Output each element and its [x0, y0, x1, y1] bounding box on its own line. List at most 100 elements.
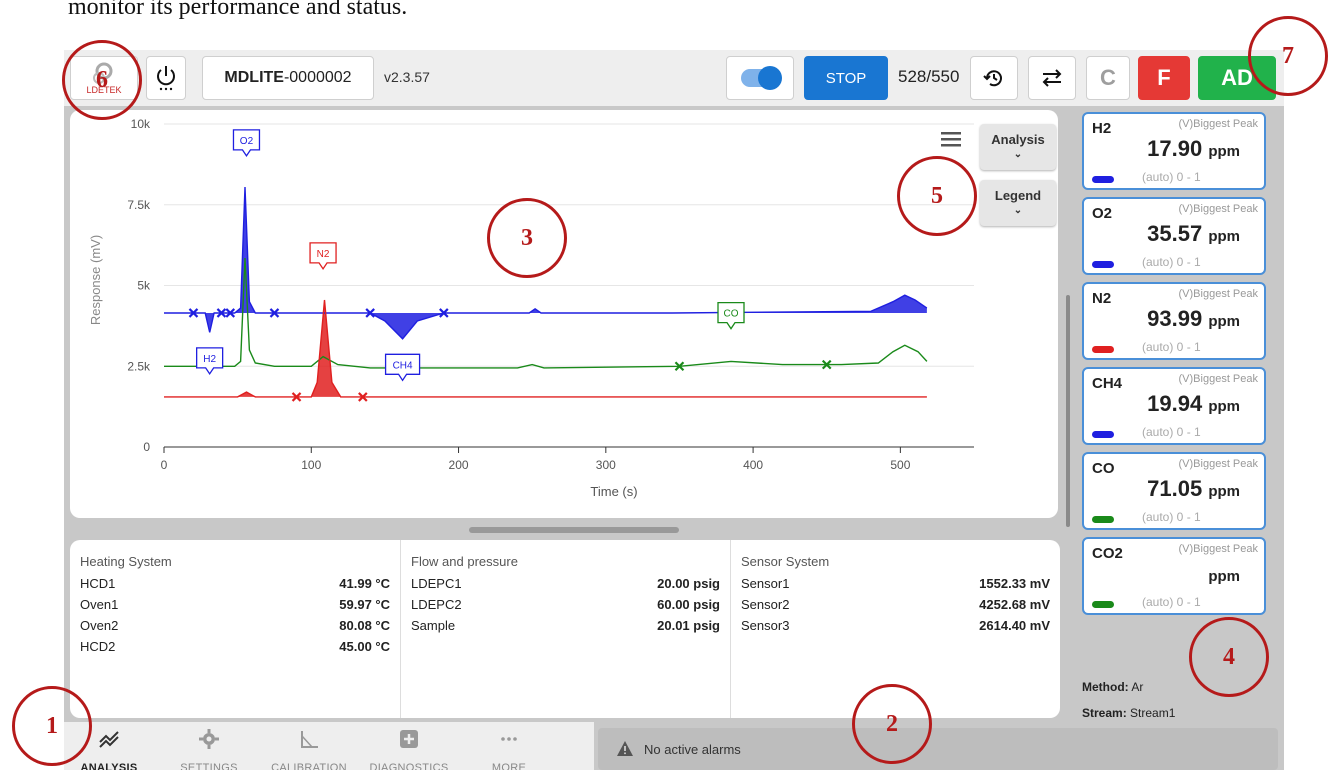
row-value: 45.00 °C: [339, 639, 390, 654]
card-unit: ppm: [1208, 228, 1240, 245]
callout-6: 6: [62, 40, 142, 120]
series-color-swatch: [1092, 516, 1114, 523]
peak-card-co[interactable]: CO (V)Biggest Peak 71.05 ppm (auto) 0 - …: [1082, 452, 1266, 530]
card-value-wrap: 17.90 ppm: [1147, 136, 1240, 162]
card-value-wrap: 93.99 ppm: [1147, 306, 1240, 332]
x-tick-label: 0: [161, 458, 168, 472]
row-label: Sample: [411, 618, 456, 633]
peak-card-co2[interactable]: CO2 (V)Biggest Peak ppm (auto) 0 - 1: [1082, 537, 1266, 615]
analysis-label: Analysis: [991, 132, 1045, 147]
stop-button[interactable]: STOP: [804, 56, 888, 100]
peak-label: CH4: [384, 353, 421, 382]
nav-settings[interactable]: SETTINGS: [164, 722, 254, 770]
status-row: Sensor2 4252.68 mV: [741, 594, 1050, 615]
row-label: HCD1: [80, 576, 116, 591]
nav-calibration[interactable]: CALIBRATION: [264, 722, 354, 770]
stream-value: Stream1: [1130, 706, 1176, 720]
chart-menu-icon[interactable]: [940, 130, 962, 148]
analysis-dropdown-button[interactable]: Analysis ⌄: [980, 124, 1056, 170]
peak-card-h2[interactable]: H2 (V)Biggest Peak 17.90 ppm (auto) 0 - …: [1082, 112, 1266, 190]
row-value: 4252.68 mV: [979, 597, 1050, 612]
row-label: Oven2: [80, 618, 119, 633]
row-label: Sensor2: [741, 597, 790, 612]
card-value: 35.57: [1147, 221, 1203, 246]
row-value: 80.08 °C: [339, 618, 390, 633]
peak-card-ch4[interactable]: CH4 (V)Biggest Peak 19.94 ppm (auto) 0 -…: [1082, 367, 1266, 445]
stream-info: Stream: Stream1: [1082, 706, 1175, 720]
nav-label: SETTINGS: [180, 762, 238, 770]
gear-icon: [199, 729, 219, 749]
nav-label: MORE: [491, 762, 527, 770]
peak-card-o2[interactable]: O2 (V)Biggest Peak 35.57 ppm (auto) 0 - …: [1082, 197, 1266, 275]
card-value-wrap: 71.05 ppm: [1147, 476, 1240, 502]
peak-area: [164, 300, 927, 397]
section-title: Flow and pressure: [411, 554, 518, 569]
panel-resize-handle[interactable]: [469, 527, 679, 533]
heating-system-section: Heating System HCD1 41.99 °C Oven1 59.97 °…: [70, 540, 400, 718]
legend-dropdown-button[interactable]: Legend ⌄: [980, 180, 1056, 226]
card-value: 71.05: [1147, 476, 1203, 501]
swap-arrows-icon: [1042, 69, 1062, 87]
swap-button[interactable]: [1028, 56, 1076, 100]
card-range: (auto) 0 - 1: [1142, 425, 1201, 439]
nav-diagnostics[interactable]: DIAGNOSTICS: [364, 722, 454, 770]
card-unit: ppm: [1208, 313, 1240, 330]
x-tick-label: 400: [743, 458, 763, 472]
series-color-swatch: [1092, 601, 1114, 608]
card-compound: H2: [1092, 120, 1112, 137]
card-unit: ppm: [1208, 568, 1240, 585]
peak-label-text: CO: [724, 309, 739, 320]
card-unit: ppm: [1208, 483, 1240, 500]
f-status-button[interactable]: F: [1138, 56, 1190, 100]
section-title: Sensor System: [741, 554, 830, 569]
callout-5: 5: [897, 156, 977, 236]
row-label: LDEPC1: [411, 576, 462, 591]
vertical-scrollbar[interactable]: [1066, 295, 1070, 527]
card-value-wrap: ppm: [1208, 561, 1240, 587]
auto-toggle[interactable]: [726, 56, 794, 100]
device-id: -0000002: [283, 69, 352, 86]
row-label: LDEPC2: [411, 597, 462, 612]
x-tick-label: 500: [890, 458, 910, 472]
history-button[interactable]: [970, 56, 1018, 100]
app-window: LDETEK MDLITE -0000002 v2.3.57 STOP 528/5…: [64, 50, 1284, 770]
device-prefix: MDLITE: [224, 69, 284, 86]
toggle-track: [741, 66, 782, 90]
card-range: (auto) 0 - 1: [1142, 255, 1201, 269]
c-status-button[interactable]: C: [1086, 56, 1130, 100]
legend-label: Legend: [994, 188, 1042, 203]
more-dots-icon: [501, 737, 517, 741]
y-tick-label: 5k: [137, 279, 151, 293]
status-row: Oven2 80.08 °C: [80, 615, 390, 636]
row-value: 20.01 psig: [657, 618, 720, 633]
flow-pressure-section: Flow and pressure LDEPC1 20.00 psig LDEPC…: [400, 540, 730, 718]
calibration-icon: [301, 731, 318, 748]
card-value: 17.90: [1147, 136, 1203, 161]
chevron-down-icon: ⌄: [1013, 149, 1023, 160]
card-value-wrap: 35.57 ppm: [1147, 221, 1240, 247]
x-axis-label: Time (s): [590, 484, 637, 499]
card-value: 19.94: [1147, 391, 1203, 416]
toggle-knob: [758, 66, 782, 90]
status-row: Oven1 59.97 °C: [80, 594, 390, 615]
row-value: 2614.40 mV: [979, 618, 1050, 633]
alarm-bar[interactable]: No active alarms: [598, 728, 1278, 770]
peak-card-n2[interactable]: N2 (V)Biggest Peak 93.99 ppm (auto) 0 - …: [1082, 282, 1266, 360]
card-range: (auto) 0 - 1: [1142, 340, 1201, 354]
device-name-box[interactable]: MDLITE -0000002: [202, 56, 374, 100]
y-tick-label: 7.5k: [127, 198, 151, 212]
nav-more[interactable]: MORE: [464, 722, 554, 770]
row-value: 41.99 °C: [339, 576, 390, 591]
callout-2: 2: [852, 684, 932, 764]
callout-number: 7: [1282, 43, 1294, 69]
power-button[interactable]: [146, 56, 186, 100]
nav-label: CALIBRATION: [271, 762, 347, 770]
series-line: [164, 299, 927, 398]
run-counter: 528/550: [898, 67, 960, 86]
card-range: (auto) 0 - 1: [1142, 170, 1201, 184]
row-value: 59.97 °C: [339, 597, 390, 612]
card-compound: CO: [1092, 460, 1115, 477]
axes: 0 2.5k 5k 7.5k 10k 0 100 200 300 400 500: [127, 117, 974, 472]
callout-number: 4: [1223, 644, 1235, 670]
card-compound: N2: [1092, 290, 1112, 307]
